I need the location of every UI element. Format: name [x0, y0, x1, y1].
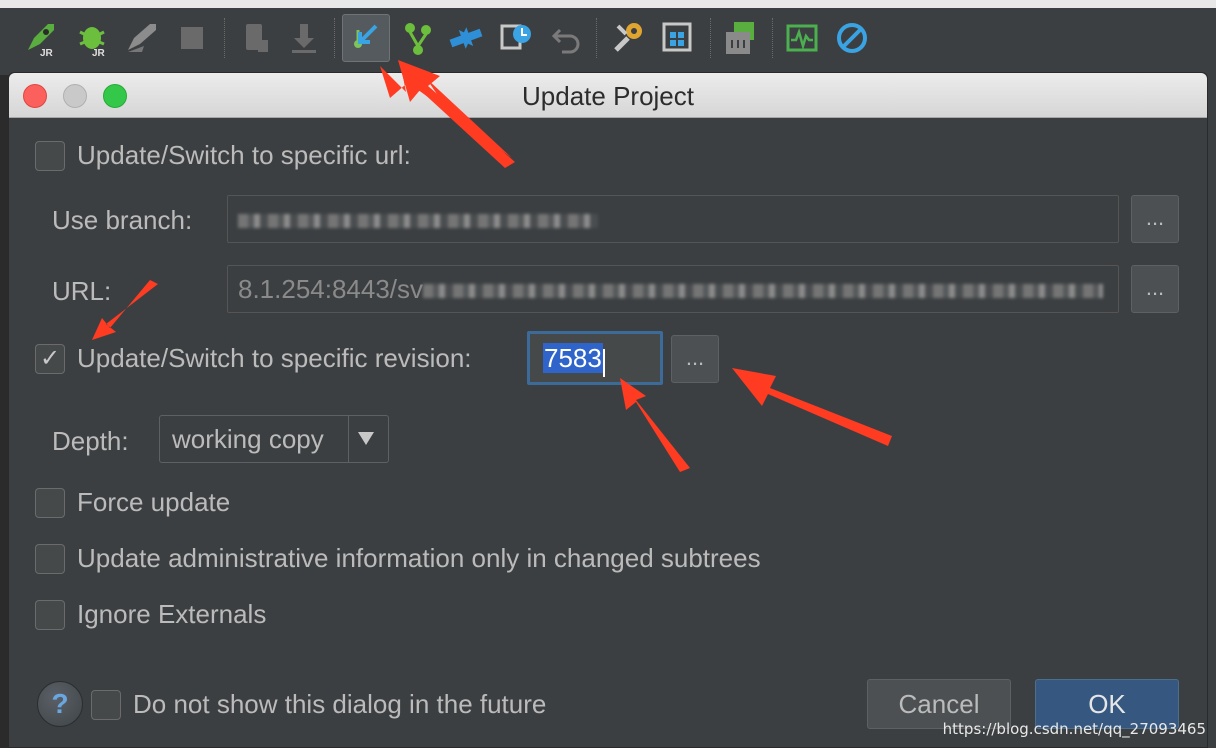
project-structure-icon[interactable] — [658, 18, 698, 58]
sdk-manager-icon[interactable] — [720, 18, 760, 58]
revision-checkbox[interactable]: ✓ — [35, 343, 65, 374]
url-field[interactable]: 8.1.254:8443/sv — [227, 265, 1119, 313]
rocket-gray-icon[interactable] — [122, 18, 162, 58]
watermark: https://blog.csdn.net/qq_27093465 — [942, 720, 1206, 738]
url-label: URL: — [52, 276, 112, 306]
toolbar-separator — [710, 18, 711, 58]
ignore-externals-row[interactable]: Ignore Externals — [35, 599, 266, 630]
url-checkbox[interactable] — [35, 140, 65, 171]
url-checkbox-label: Update/Switch to specific url: — [77, 140, 411, 170]
merge-arrows-icon[interactable] — [446, 18, 486, 58]
svg-text:JR: JR — [40, 48, 54, 58]
revision-input[interactable]: 7583 — [527, 331, 663, 385]
download-icon[interactable] — [284, 18, 324, 58]
toolbar-separator — [596, 18, 597, 58]
url-value: 8.1.254:8443/sv — [238, 274, 424, 304]
force-update-row[interactable]: Force update — [35, 487, 230, 518]
rocket-jr-icon[interactable]: JR — [20, 18, 60, 58]
wrench-icon[interactable] — [608, 18, 648, 58]
window-top-strip — [0, 0, 1216, 8]
url-browse-button[interactable]: ... — [1131, 265, 1179, 313]
monitor-icon[interactable] — [782, 18, 822, 58]
force-update-label: Force update — [77, 487, 231, 517]
vcs-branch-icon[interactable] — [398, 18, 438, 58]
force-update-checkbox[interactable] — [35, 487, 65, 518]
admin-info-label: Update administrative information only i… — [77, 543, 761, 573]
dont-show-label: Do not show this dialog in the future — [133, 689, 547, 719]
vcs-update-icon[interactable] — [342, 14, 390, 62]
device-icon[interactable] — [236, 18, 276, 58]
dialog-titlebar: Update Project — [9, 73, 1207, 118]
revision-value: 7583 — [543, 343, 603, 373]
depth-select[interactable]: working copy — [159, 415, 389, 463]
revision-checkbox-label: Update/Switch to specific revision: — [77, 343, 472, 373]
ide-toolbar: JR JR — [0, 0, 1216, 75]
dont-show-checkbox[interactable] — [91, 689, 121, 720]
no-entry-icon[interactable] — [832, 18, 872, 58]
depth-value: working copy — [172, 424, 324, 454]
branch-field[interactable] — [227, 195, 1119, 243]
dialog-title: Update Project — [522, 81, 694, 111]
ignore-externals-checkbox[interactable] — [35, 599, 65, 630]
toolbar-separator — [772, 18, 773, 58]
branch-browse-button[interactable]: ... — [1131, 195, 1179, 243]
toolbar-separator — [224, 18, 225, 58]
dont-show-row[interactable]: Do not show this dialog in the future — [91, 689, 546, 720]
update-project-dialog: Update Project Update/Switch to specific… — [8, 72, 1208, 748]
toolbar-separator — [334, 18, 335, 58]
help-button[interactable]: ? — [37, 681, 83, 727]
ignore-externals-label: Ignore Externals — [77, 599, 267, 629]
text-caret — [602, 348, 605, 377]
stop-icon[interactable] — [172, 18, 212, 58]
bug-jr-icon[interactable]: JR — [72, 18, 112, 58]
chevron-down-icon[interactable] — [358, 432, 374, 445]
admin-info-row[interactable]: Update administrative information only i… — [35, 543, 761, 574]
depth-label: Depth: — [52, 426, 129, 456]
blurred-url-text — [423, 284, 1104, 299]
url-checkbox-row[interactable]: Update/Switch to specific url: — [35, 140, 411, 171]
branch-label: Use branch: — [52, 205, 193, 235]
admin-info-checkbox[interactable] — [35, 543, 65, 574]
revision-browse-button[interactable]: ... — [671, 335, 719, 383]
history-icon[interactable] — [496, 18, 536, 58]
revision-checkbox-row[interactable]: ✓ Update/Switch to specific revision: — [35, 343, 472, 374]
combo-divider — [348, 416, 349, 462]
undo-icon[interactable] — [546, 18, 586, 58]
svg-text:JR: JR — [92, 48, 106, 58]
blurred-branch-text — [238, 214, 598, 229]
